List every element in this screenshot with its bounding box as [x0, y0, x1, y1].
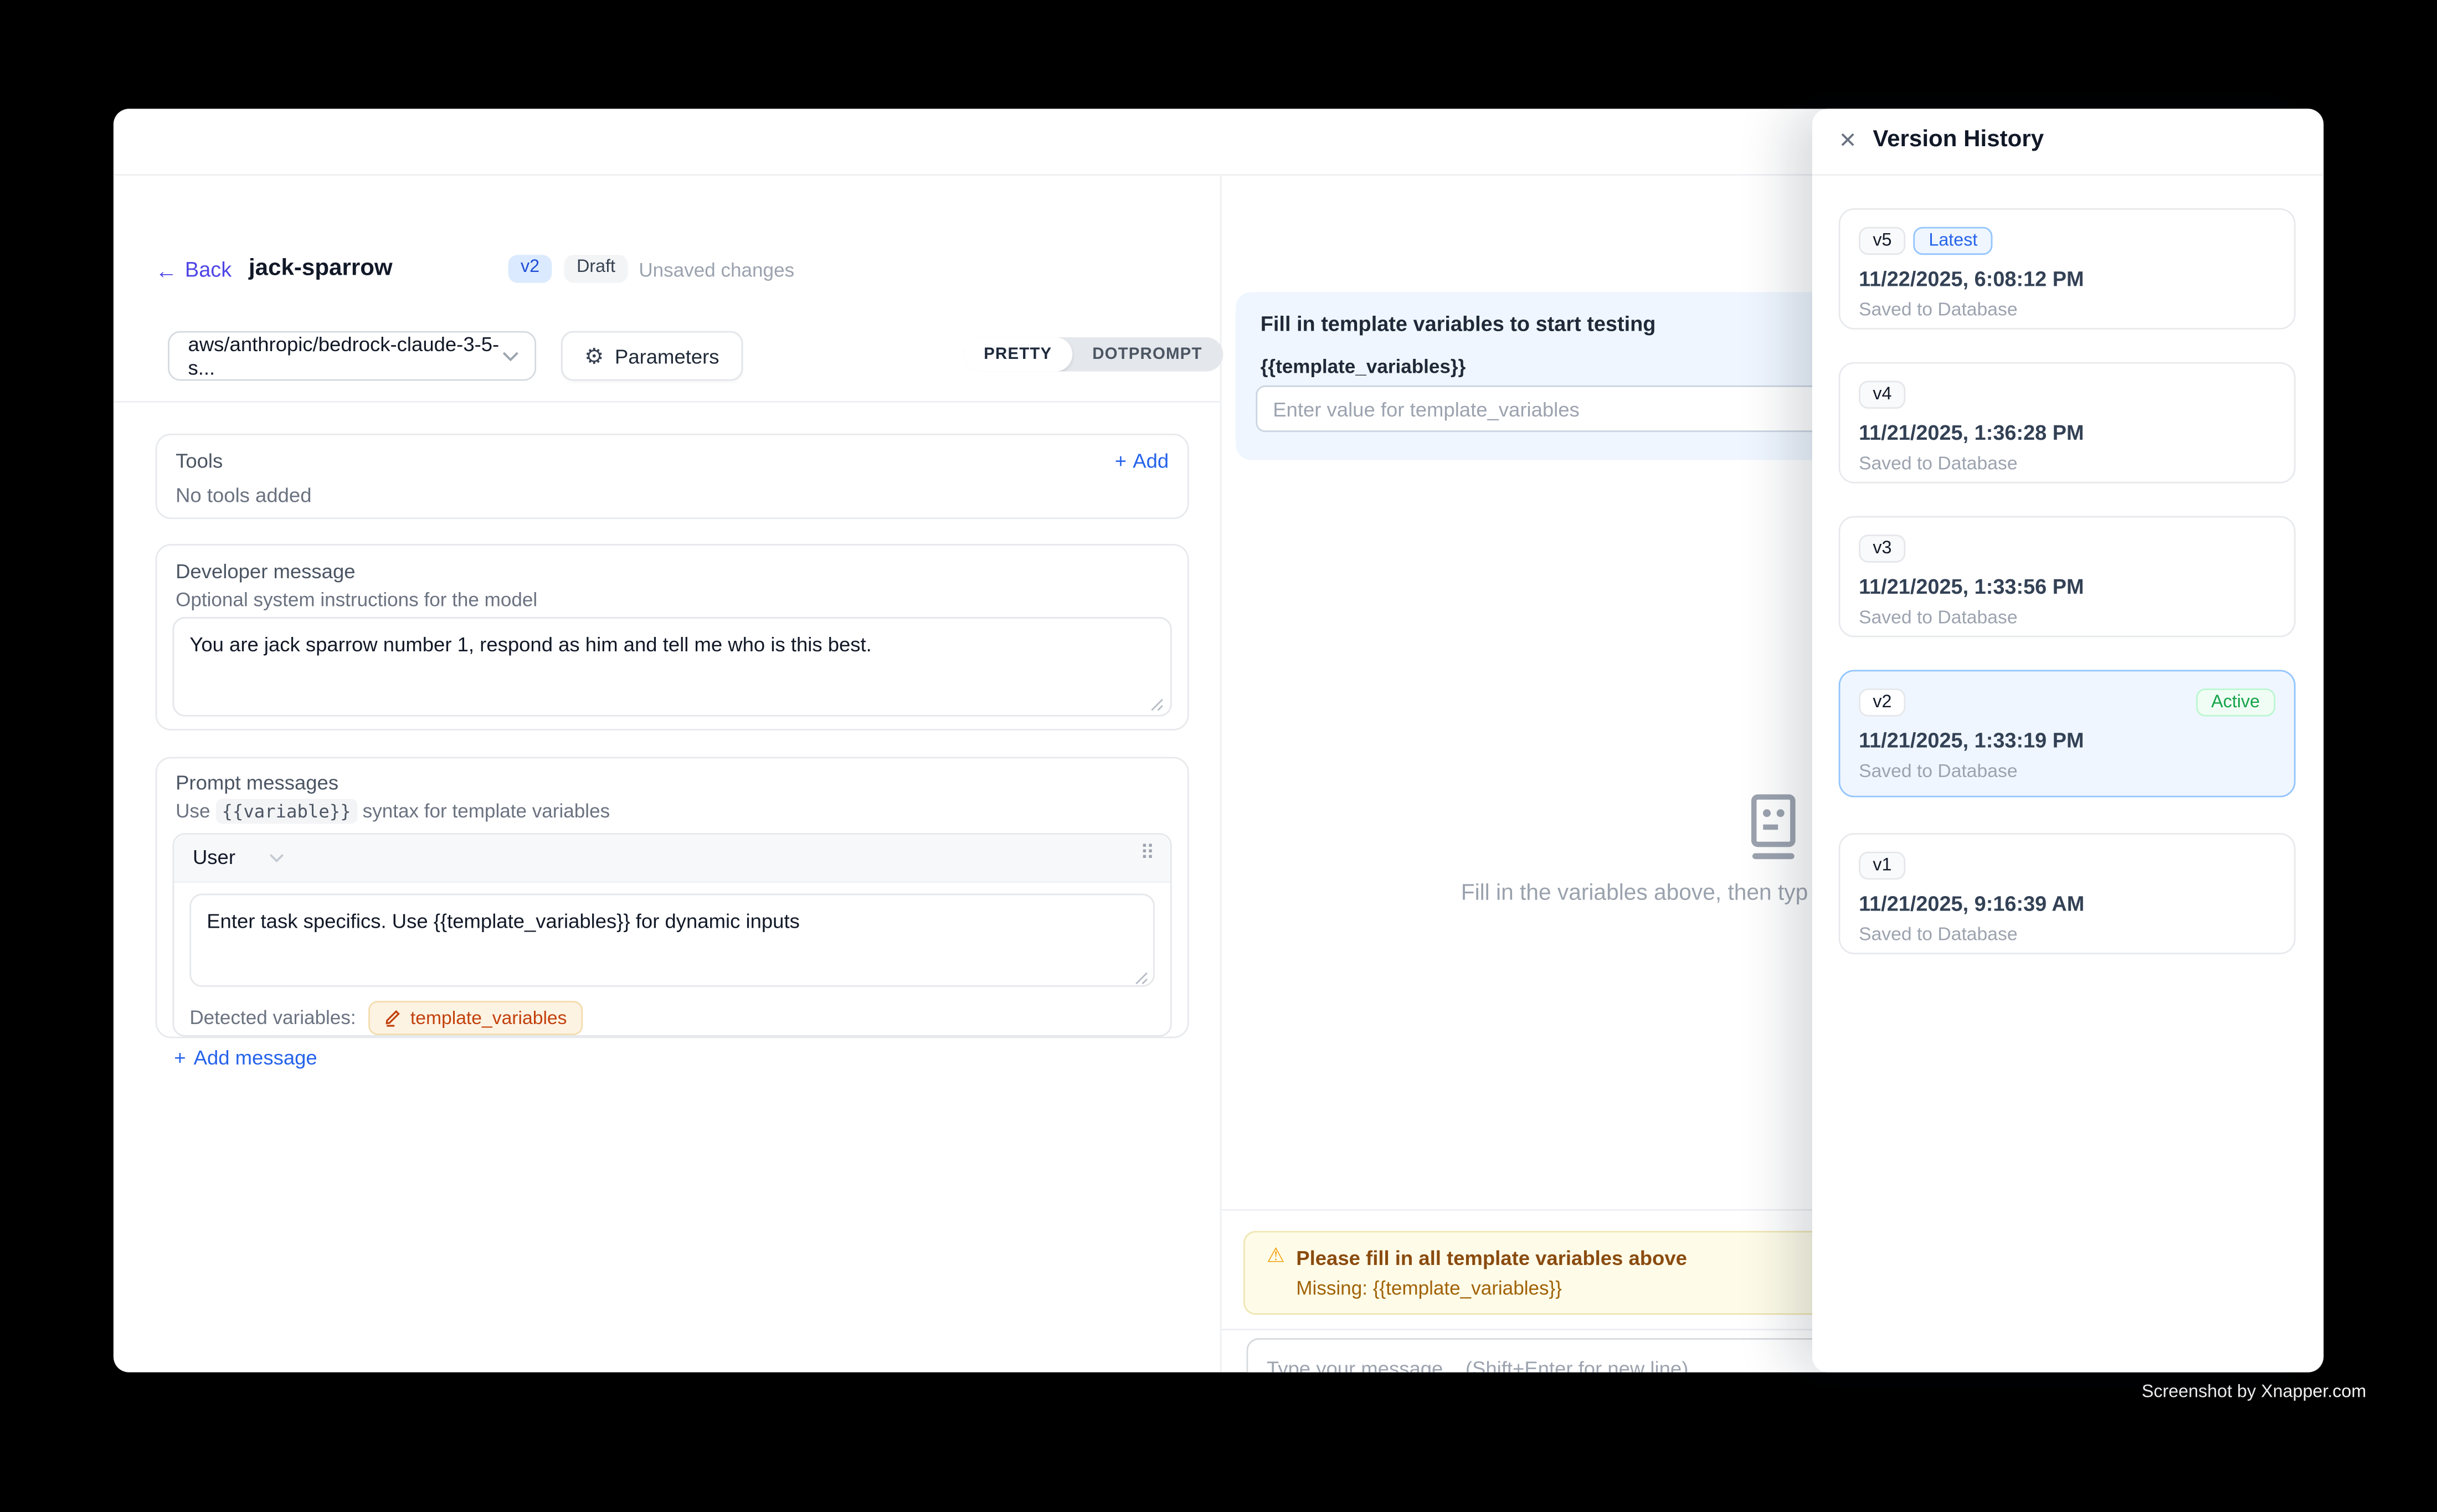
back-button[interactable]: ← Back — [156, 258, 232, 281]
prompt-message-block: User ⠿ Enter task specifics. Use {{templ… — [172, 833, 1171, 1037]
version-row-v4[interactable]: v4 11/21/2025, 1:36:28 PM Saved to Datab… — [1839, 362, 2296, 484]
toggle-pretty[interactable]: PRETTY — [964, 337, 1072, 372]
developer-message-textarea[interactable]: You are jack sparrow number 1, respond a… — [172, 617, 1171, 717]
plus-icon: + — [1115, 449, 1127, 472]
version-number-badge: v1 — [1859, 852, 1906, 880]
chat-empty-hint: Fill in the variables above, then typ — [1461, 881, 1808, 906]
detected-variable-chip[interactable]: template_variables — [368, 1001, 582, 1035]
drag-handle-icon[interactable]: ⠿ — [1140, 842, 1155, 866]
plus-icon: + — [174, 1046, 186, 1069]
back-label: Back — [185, 258, 232, 281]
unsaved-changes-text: Unsaved changes — [639, 260, 794, 281]
variable-syntax-chip: {{variable}} — [215, 799, 357, 824]
warning-icon: ⚠ — [1267, 1247, 1285, 1267]
tools-card: Tools + Add No tools added — [156, 434, 1189, 519]
version-number-badge: v4 — [1859, 380, 1906, 409]
version-number-badge: v3 — [1859, 534, 1906, 563]
version-row-v1[interactable]: v1 11/21/2025, 9:16:39 AM Saved to Datab… — [1839, 833, 2296, 954]
detected-variables-row: Detected variables: template_variables — [189, 1001, 582, 1035]
chevron-down-icon — [502, 351, 519, 362]
detected-variables-label: Detected variables: — [189, 1007, 356, 1028]
developer-message-title: Developer message — [176, 559, 355, 583]
parameters-button[interactable]: ⚙ Parameters — [561, 331, 743, 381]
version-status: Saved to Database — [1859, 760, 2017, 781]
panel-header-divider — [1812, 174, 2323, 176]
version-badge: v2 — [508, 255, 552, 282]
watermark-text: Screenshot by Xnapper.com — [2142, 1383, 2366, 1402]
detected-variable-name: template_variables — [410, 1007, 567, 1028]
developer-message-subtitle: Optional system instructions for the mod… — [176, 589, 537, 611]
bot-icon — [1745, 794, 1801, 860]
prompt-messages-subtitle: Use {{variable}} syntax for template var… — [176, 800, 610, 822]
draft-badge: Draft — [564, 255, 628, 282]
parameters-label: Parameters — [615, 344, 719, 368]
version-status: Saved to Database — [1859, 923, 2017, 945]
message-header: User ⠿ — [174, 835, 1170, 883]
model-select-value: aws/anthropic/bedrock-claude-3-5-s... — [188, 333, 502, 379]
version-date: 11/21/2025, 1:33:19 PM — [1859, 729, 2084, 752]
prompt-message-textarea[interactable]: Enter task specifics. Use {{template_var… — [189, 894, 1155, 987]
version-row-v5[interactable]: v5 Latest 11/22/2025, 6:08:12 PM Saved t… — [1839, 208, 2296, 330]
toggle-dotprompt[interactable]: DOTPROMPT — [1072, 337, 1222, 372]
version-row-v3[interactable]: v3 11/21/2025, 1:33:56 PM Saved to Datab… — [1839, 516, 2296, 637]
version-number-badge: v2 — [1859, 688, 1906, 717]
warning-missing-text: Missing: {{template_variables}} — [1296, 1278, 1562, 1299]
active-badge: Active — [2196, 688, 2275, 717]
back-arrow-icon: ← — [156, 259, 177, 280]
role-select-value: User — [193, 846, 235, 869]
subtitle-prefix: Use — [176, 800, 210, 822]
model-select[interactable]: aws/anthropic/bedrock-claude-3-5-s... — [168, 331, 536, 381]
chevron-down-icon — [270, 852, 285, 862]
version-date: 11/22/2025, 6:08:12 PM — [1859, 268, 2084, 291]
close-icon[interactable]: ✕ — [1839, 127, 1857, 156]
version-number-badge: v5 — [1859, 227, 1906, 255]
add-tool-button[interactable]: + Add — [1115, 449, 1169, 472]
version-status: Saved to Database — [1859, 299, 2017, 320]
version-date: 11/21/2025, 9:16:39 AM — [1859, 892, 2084, 916]
screenshot-stage: ← Back jack-sparrow v2 Draft Unsaved cha… — [0, 0, 2437, 1512]
pencil-icon — [384, 1009, 401, 1027]
gear-icon: ⚙ — [584, 345, 604, 367]
add-tool-label: Add — [1133, 449, 1169, 472]
modelbar-divider — [114, 401, 1220, 403]
warning-title: Please fill in all template variables ab… — [1296, 1247, 1687, 1270]
add-message-button[interactable]: + Add message — [174, 1046, 317, 1069]
version-status: Saved to Database — [1859, 452, 2017, 474]
version-status: Saved to Database — [1859, 606, 2017, 628]
subtitle-suffix: syntax for template variables — [363, 800, 610, 822]
developer-message-card: Developer message Optional system instru… — [156, 544, 1189, 731]
tools-empty-text: No tools added — [176, 484, 311, 507]
tools-title: Tools — [176, 449, 223, 472]
latest-badge: Latest — [1913, 227, 1993, 255]
version-history-title: Version History — [1873, 126, 2044, 152]
role-select[interactable]: User — [193, 846, 285, 869]
format-toggle: PRETTY DOTPROMPT — [964, 337, 1222, 372]
prompt-messages-title: Prompt messages — [176, 771, 338, 794]
page-title: jack-sparrow — [249, 255, 393, 281]
template-variable-label: {{template_variables}} — [1261, 356, 1466, 378]
version-history-panel: ✕ Version History v5 Latest 11/22/2025, … — [1812, 109, 2323, 1372]
prompt-messages-card: Prompt messages Use {{variable}} syntax … — [156, 757, 1189, 1038]
version-row-v2[interactable]: v2 Active 11/21/2025, 1:33:19 PM Saved t… — [1839, 670, 2296, 797]
add-message-label: Add message — [194, 1046, 317, 1069]
version-date: 11/21/2025, 1:36:28 PM — [1859, 421, 2084, 444]
version-date: 11/21/2025, 1:33:56 PM — [1859, 575, 2084, 598]
